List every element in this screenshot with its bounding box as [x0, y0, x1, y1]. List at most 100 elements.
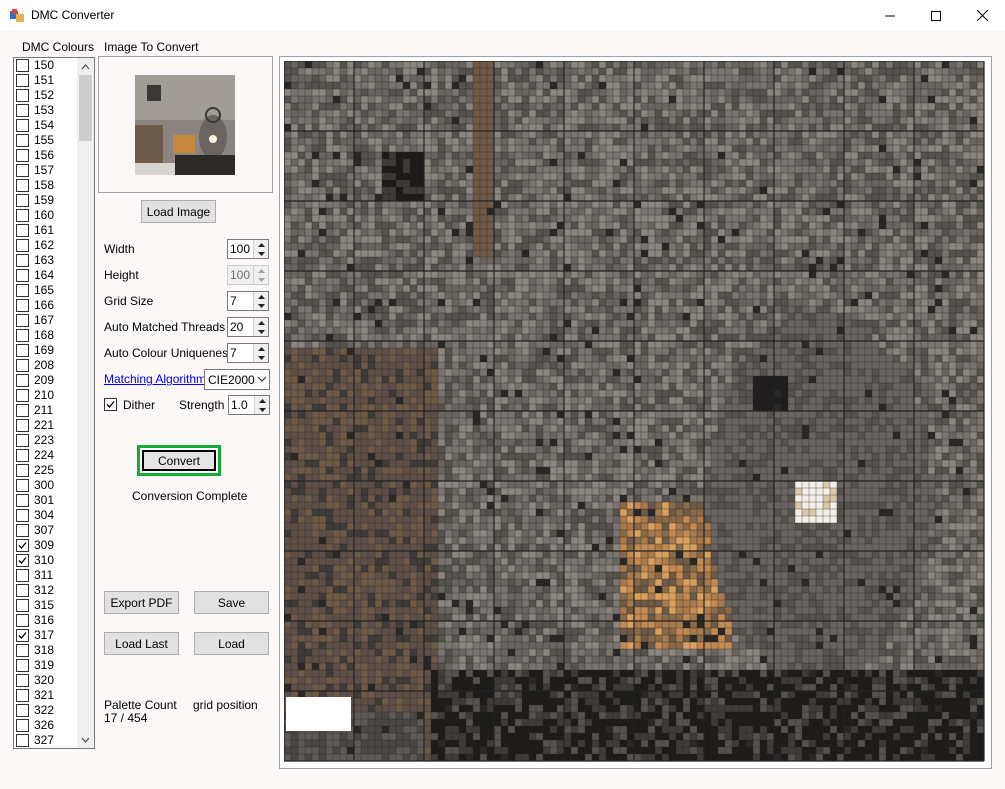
minimize-button[interactable] — [867, 0, 913, 31]
colour-checkbox[interactable] — [16, 464, 29, 477]
spin-down-icon[interactable] — [254, 327, 268, 336]
colour-list-item[interactable]: 304 — [14, 508, 80, 523]
strength-input[interactable]: 1.0 — [228, 395, 270, 415]
spin-down-icon[interactable] — [254, 301, 268, 310]
colour-list-item[interactable]: 164 — [14, 268, 80, 283]
colour-checkbox[interactable] — [16, 104, 29, 117]
matching-algorithm-select[interactable]: CIE2000 — [204, 369, 270, 390]
colour-checkbox[interactable] — [16, 149, 29, 162]
colour-list-item[interactable]: 151 — [14, 73, 80, 88]
colour-checkbox[interactable] — [16, 224, 29, 237]
colour-checkbox[interactable] — [16, 269, 29, 282]
spin-up-icon[interactable] — [254, 344, 268, 353]
scroll-thumb[interactable] — [79, 75, 92, 141]
colour-list-item[interactable]: 320 — [14, 673, 80, 688]
colour-list-item[interactable]: 209 — [14, 373, 80, 388]
grid-size-spinner[interactable] — [253, 292, 268, 310]
colour-checkbox[interactable] — [16, 329, 29, 342]
colour-list-item[interactable]: 315 — [14, 598, 80, 613]
colour-checkbox[interactable] — [16, 299, 29, 312]
colour-checkbox[interactable] — [16, 479, 29, 492]
colour-list-item[interactable]: 321 — [14, 688, 80, 703]
colour-checkbox[interactable] — [16, 344, 29, 357]
dither-checkbox[interactable] — [104, 398, 117, 411]
colour-list-item[interactable]: 166 — [14, 298, 80, 313]
pattern-preview-frame[interactable] — [279, 56, 992, 769]
colour-checkbox[interactable] — [16, 314, 29, 327]
colour-checkbox[interactable] — [16, 164, 29, 177]
colour-list-item[interactable]: 211 — [14, 403, 80, 418]
colour-list-item[interactable]: 309 — [14, 538, 80, 553]
colour-checkbox[interactable] — [16, 374, 29, 387]
colour-checkbox[interactable] — [16, 119, 29, 132]
save-button[interactable]: Save — [194, 591, 269, 614]
colour-list-item[interactable]: 152 — [14, 88, 80, 103]
export-pdf-button[interactable]: Export PDF — [104, 591, 179, 614]
colour-list-item[interactable]: 223 — [14, 433, 80, 448]
colour-checkbox[interactable] — [16, 89, 29, 102]
colour-list-item[interactable]: 155 — [14, 133, 80, 148]
matching-algorithm-link[interactable]: Matching Algorithm — [104, 372, 206, 386]
colour-checkbox[interactable] — [16, 524, 29, 537]
load-last-button[interactable]: Load Last — [104, 632, 179, 655]
colour-checkbox[interactable] — [16, 194, 29, 207]
colour-checkbox[interactable] — [16, 434, 29, 447]
scroll-up-arrow[interactable] — [77, 58, 94, 75]
colour-checkbox[interactable] — [16, 419, 29, 432]
auto-colour-uniqueness-spinner[interactable] — [253, 344, 268, 362]
colour-list-item[interactable]: 156 — [14, 148, 80, 163]
colour-list-item[interactable]: 300 — [14, 478, 80, 493]
colour-checkbox[interactable] — [16, 134, 29, 147]
colour-checkbox[interactable] — [16, 74, 29, 87]
spin-up-icon[interactable] — [254, 292, 268, 301]
colour-list-item[interactable]: 317 — [14, 628, 80, 643]
spin-down-icon[interactable] — [254, 249, 268, 258]
spin-down-icon[interactable] — [255, 405, 269, 414]
colour-checkbox[interactable] — [16, 614, 29, 627]
auto-colour-uniqueness-input[interactable]: 7 — [227, 343, 269, 363]
colour-checkbox[interactable] — [16, 659, 29, 672]
colour-checkbox[interactable] — [16, 599, 29, 612]
colour-list-item[interactable]: 154 — [14, 118, 80, 133]
colour-list-item[interactable]: 169 — [14, 343, 80, 358]
colour-checkbox[interactable] — [16, 389, 29, 402]
colour-list-item[interactable]: 150 — [14, 58, 80, 73]
colour-list-item[interactable]: 162 — [14, 238, 80, 253]
colour-checkbox[interactable] — [16, 494, 29, 507]
colour-checkbox[interactable] — [16, 449, 29, 462]
width-input[interactable]: 100 — [227, 239, 269, 259]
colour-list-item[interactable]: 318 — [14, 643, 80, 658]
colour-checkbox[interactable] — [16, 59, 29, 72]
colour-checkbox[interactable] — [16, 644, 29, 657]
colour-checkbox[interactable] — [16, 359, 29, 372]
auto-matched-threads-input[interactable]: 20 — [227, 317, 269, 337]
colour-checkbox[interactable] — [16, 254, 29, 267]
colour-list-item[interactable]: 311 — [14, 568, 80, 583]
colour-checkbox[interactable] — [16, 554, 29, 567]
list-scrollbar[interactable] — [77, 58, 94, 748]
strength-spinner[interactable] — [254, 396, 269, 414]
colour-checkbox[interactable] — [16, 569, 29, 582]
colour-list-item[interactable]: 224 — [14, 448, 80, 463]
auto-matched-threads-spinner[interactable] — [253, 318, 268, 336]
colour-list-item[interactable]: 310 — [14, 553, 80, 568]
colour-list-item[interactable]: 208 — [14, 358, 80, 373]
colour-list-item[interactable]: 158 — [14, 178, 80, 193]
colour-list-item[interactable]: 153 — [14, 103, 80, 118]
colour-checkbox[interactable] — [16, 239, 29, 252]
colour-list-item[interactable]: 326 — [14, 718, 80, 733]
colour-list-item[interactable]: 221 — [14, 418, 80, 433]
colour-list-item[interactable]: 161 — [14, 223, 80, 238]
colour-checkbox[interactable] — [16, 674, 29, 687]
colour-list-item[interactable]: 327 — [14, 733, 80, 748]
colour-list-item[interactable]: 316 — [14, 613, 80, 628]
colour-checkbox[interactable] — [16, 629, 29, 642]
colour-list-item[interactable]: 312 — [14, 583, 80, 598]
spin-up-icon[interactable] — [254, 318, 268, 327]
colour-checkbox[interactable] — [16, 209, 29, 222]
load-button[interactable]: Load — [194, 632, 269, 655]
colour-list-item[interactable]: 163 — [14, 253, 80, 268]
colour-checkbox[interactable] — [16, 704, 29, 717]
colour-list-item[interactable]: 167 — [14, 313, 80, 328]
colour-checkbox[interactable] — [16, 509, 29, 522]
